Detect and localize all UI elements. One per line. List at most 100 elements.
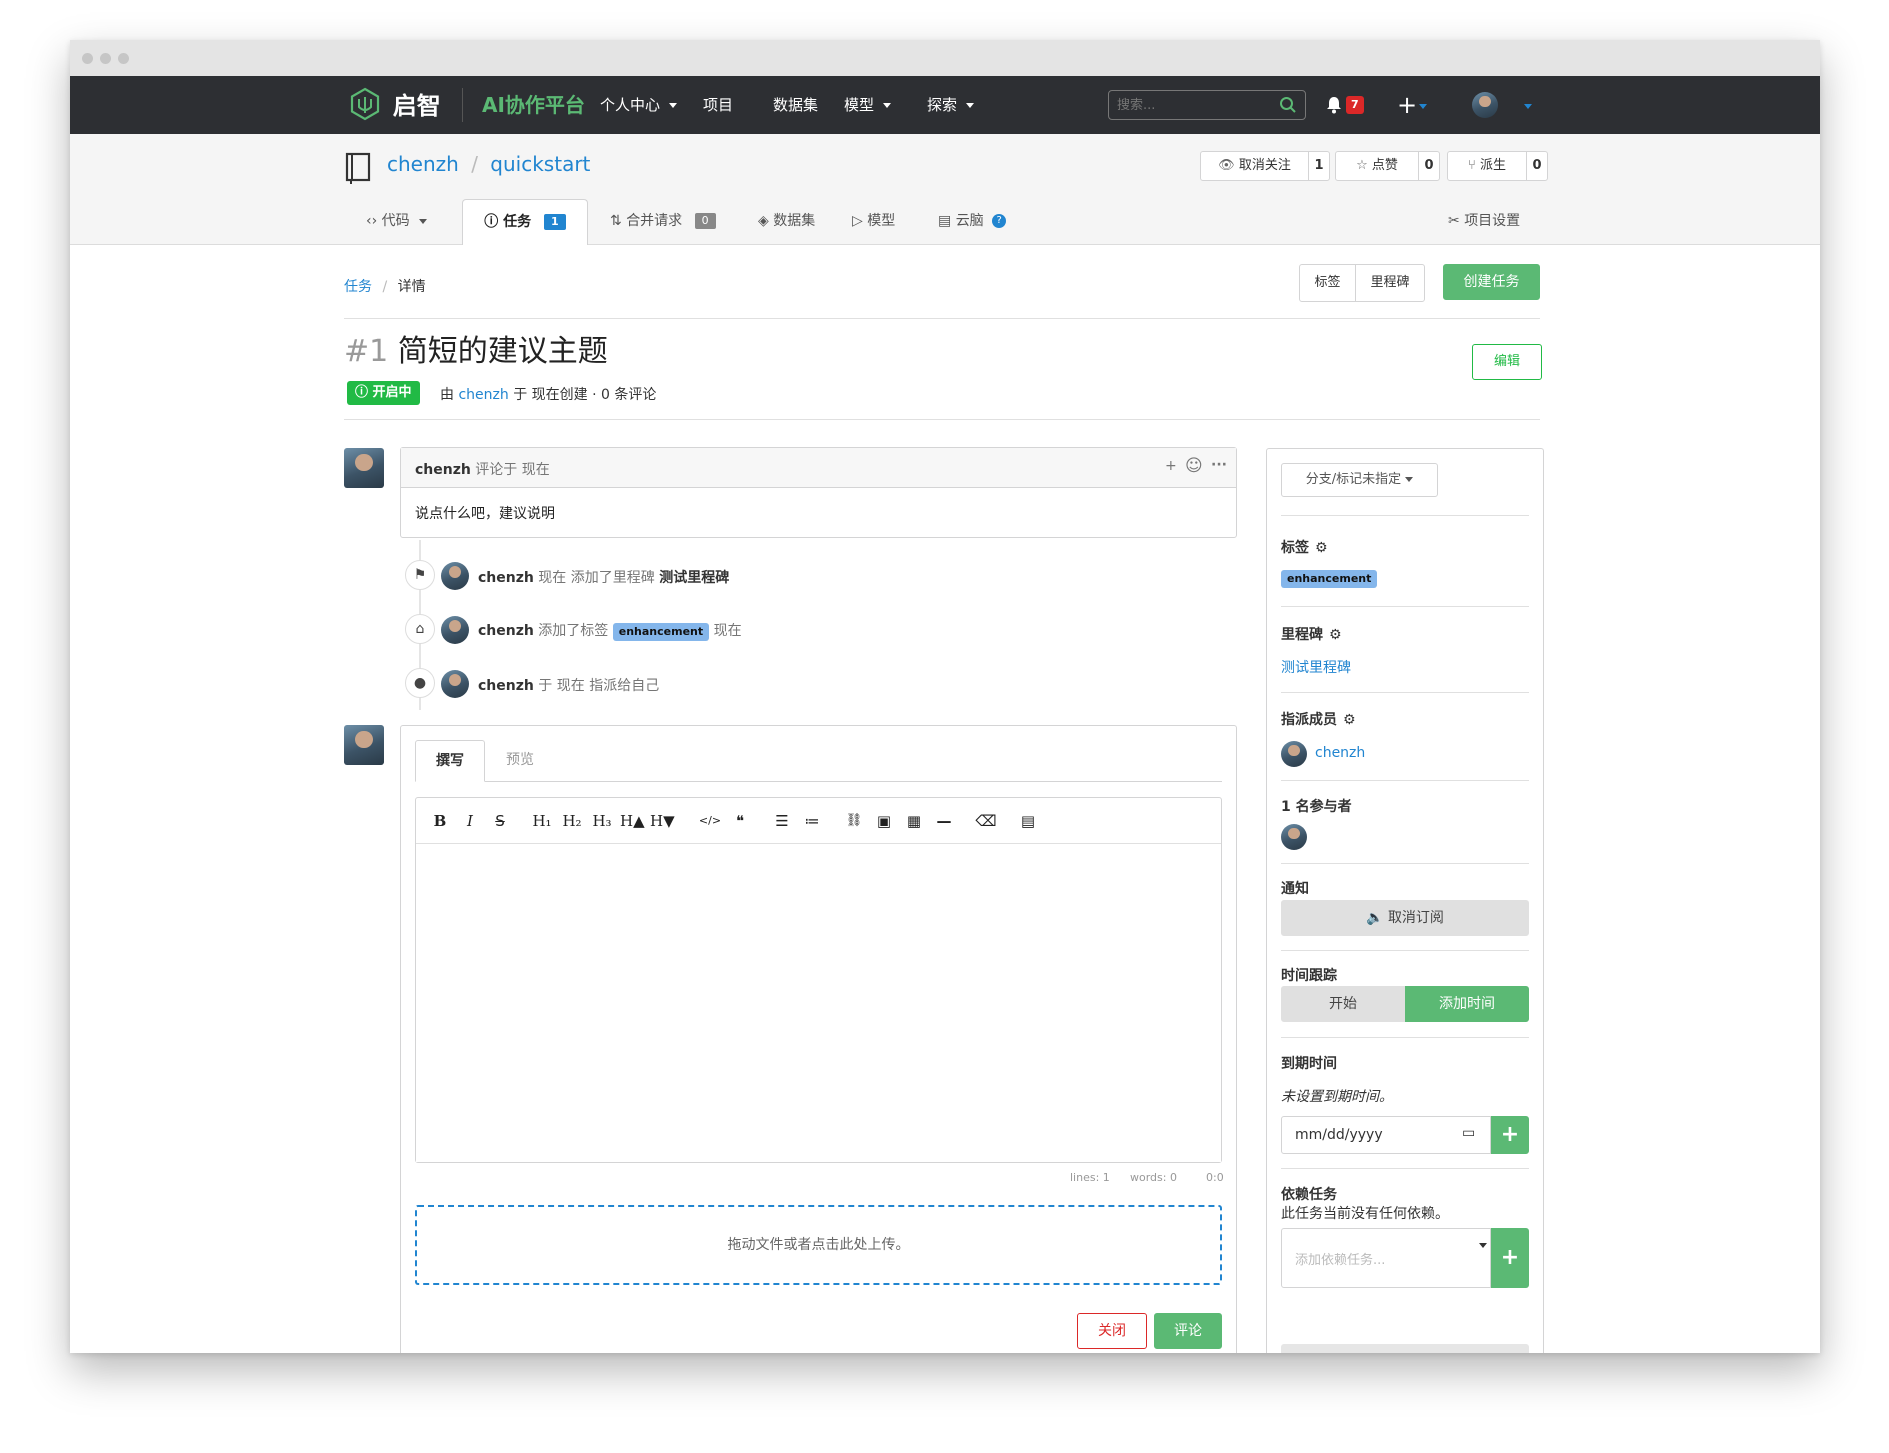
sidebar-milestone-link[interactable]: 测试里程碑 xyxy=(1281,657,1351,677)
search-input[interactable] xyxy=(1117,96,1267,114)
heading-1-icon[interactable]: H₁ xyxy=(530,798,554,844)
tab-settings[interactable]: ✂ 项目设置 xyxy=(1448,198,1520,244)
repo-name-link[interactable]: quickstart xyxy=(490,152,590,176)
tab-cloudbrain[interactable]: ▤ 云脑 ? xyxy=(938,198,1007,244)
heading-smaller-icon[interactable]: H▼ xyxy=(650,798,675,844)
gear-icon[interactable]: ⚙ xyxy=(1343,712,1356,728)
comment-plus-icon[interactable]: + xyxy=(1165,458,1177,474)
nav-personal-center[interactable]: 个人中心 xyxy=(600,76,678,134)
submit-comment-button[interactable]: 评论 xyxy=(1154,1313,1222,1349)
comment-more-icon[interactable]: ··· xyxy=(1211,457,1227,473)
minimize-dot[interactable] xyxy=(100,53,111,64)
sidebar-label-badge[interactable]: enhancement xyxy=(1281,570,1378,588)
code-icon[interactable]: </> xyxy=(698,798,722,844)
event-text: 于 现在 指派给自己 xyxy=(538,678,660,694)
heading-3-icon[interactable]: H₃ xyxy=(590,798,614,844)
sidebar-divider xyxy=(1281,950,1529,951)
edit-title-button[interactable]: 编辑 xyxy=(1472,344,1542,380)
labels-button[interactable]: 标签 xyxy=(1299,264,1356,302)
assignees-section-title[interactable]: 指派成员 ⚙ xyxy=(1281,709,1356,729)
platform-title[interactable]: AI协作平台 xyxy=(482,76,585,134)
unwatch-button[interactable]: 👁 取消关注 xyxy=(1200,151,1309,181)
search-box[interactable] xyxy=(1108,90,1306,120)
heading-2-icon[interactable]: H₂ xyxy=(560,798,584,844)
nav-projects[interactable]: 项目 xyxy=(703,76,733,134)
quote-icon[interactable]: ❝ xyxy=(728,798,752,844)
comment-avatar[interactable] xyxy=(344,448,384,488)
link-icon[interactable]: ⛓ xyxy=(842,798,866,844)
tab-issues[interactable]: ⓘ 任务 1 xyxy=(462,199,588,245)
heading-bigger-icon[interactable]: H▲ xyxy=(620,798,645,844)
branch-dropdown[interactable]: 分支/标记未指定 xyxy=(1281,463,1438,497)
event-author[interactable]: chenzh xyxy=(478,678,534,694)
table-icon[interactable]: ▦ xyxy=(902,798,926,844)
close-issue-button[interactable]: 关闭 xyxy=(1077,1313,1147,1349)
bold-icon[interactable]: B xyxy=(428,798,452,844)
image-icon[interactable]: ▣ xyxy=(872,798,896,844)
timeline-avatar[interactable] xyxy=(441,670,469,698)
comment-textarea[interactable] xyxy=(416,845,1221,1162)
assignee-link[interactable]: chenzh xyxy=(1315,745,1365,761)
maximize-dot[interactable] xyxy=(118,53,129,64)
breadcrumb-issues-link[interactable]: 任务 xyxy=(344,279,372,295)
start-timer-button[interactable]: 开始 xyxy=(1281,986,1405,1022)
unordered-list-icon[interactable]: ☰ xyxy=(770,798,794,844)
notifications[interactable]: 7 xyxy=(1326,96,1364,118)
tab-datasets[interactable]: ◈ 数据集 xyxy=(758,198,815,244)
comment-author[interactable]: chenzh xyxy=(415,462,471,478)
issue-meta: 由 chenzh 于 现在创建 · 0 条评论 xyxy=(440,384,656,404)
milestone-section-title[interactable]: 里程碑 ⚙ xyxy=(1281,624,1342,644)
tab-pulls[interactable]: ⇅ 合并请求 0 xyxy=(610,198,716,244)
brand-logo[interactable]: 启智 xyxy=(348,76,441,134)
star-count[interactable]: 0 xyxy=(1418,151,1440,181)
timeline-avatar[interactable] xyxy=(441,616,469,644)
nav-datasets[interactable]: 数据集 xyxy=(773,76,818,134)
fork-button[interactable]: ⑂ 派生 xyxy=(1447,151,1527,181)
participant-avatar[interactable] xyxy=(1281,824,1307,850)
calendar-icon[interactable]: ▭ xyxy=(1462,1125,1475,1141)
add-dependency-button[interactable]: + xyxy=(1491,1228,1529,1288)
issue-author-link[interactable]: chenzh xyxy=(458,387,508,403)
unsubscribe-button[interactable]: 🔈 取消订阅 xyxy=(1281,900,1529,936)
tab-preview[interactable]: 预览 xyxy=(490,740,550,782)
ordered-list-icon[interactable]: ≔ xyxy=(800,798,824,844)
emoji-icon[interactable]: ☺ xyxy=(1185,456,1203,476)
event-author[interactable]: chenzh xyxy=(478,623,534,639)
tab-code[interactable]: ‹› 代码 xyxy=(366,198,427,244)
strikethrough-icon[interactable]: S xyxy=(488,798,512,844)
participants-title: 1 名参与者 xyxy=(1281,799,1352,815)
user-avatar[interactable] xyxy=(1472,92,1498,118)
create-new-menu[interactable]: + xyxy=(1397,76,1428,134)
assignee-avatar[interactable] xyxy=(1281,741,1307,767)
italic-icon[interactable]: I xyxy=(458,798,482,844)
add-dependency-select[interactable]: 添加依赖任务... xyxy=(1281,1228,1491,1288)
chevron-down-icon[interactable] xyxy=(1524,104,1532,109)
file-icon[interactable]: ▤ xyxy=(1016,798,1040,844)
milestones-button[interactable]: 里程碑 xyxy=(1355,264,1425,302)
add-time-button[interactable]: 添加时间 xyxy=(1405,986,1529,1022)
file-upload-dropzone[interactable]: 拖动文件或者点击此处上传。 xyxy=(415,1205,1222,1285)
event-milestone-name[interactable]: 测试里程碑 xyxy=(659,570,729,586)
nav-explore[interactable]: 探索 xyxy=(927,76,975,134)
due-date-input[interactable]: mm/dd/yyyy ▭ xyxy=(1281,1116,1491,1154)
help-icon[interactable]: ? xyxy=(992,214,1007,228)
repo-owner-link[interactable]: chenzh xyxy=(387,152,459,176)
labels-section-title[interactable]: 标签 ⚙ xyxy=(1281,537,1328,557)
event-author[interactable]: chenzh xyxy=(478,570,534,586)
gear-icon[interactable]: ⚙ xyxy=(1329,627,1342,643)
star-button[interactable]: ☆ 点赞 xyxy=(1335,151,1419,181)
horizontal-rule-icon[interactable]: — xyxy=(932,798,956,844)
tab-write[interactable]: 撰写 xyxy=(415,740,485,782)
watch-count[interactable]: 1 xyxy=(1308,151,1330,181)
nav-models[interactable]: 模型 xyxy=(844,76,892,134)
add-due-date-button[interactable]: + xyxy=(1491,1116,1529,1154)
search-icon[interactable] xyxy=(1279,96,1297,114)
eraser-icon[interactable]: ⌫ xyxy=(974,798,998,844)
fork-count[interactable]: 0 xyxy=(1526,151,1548,181)
gear-icon[interactable]: ⚙ xyxy=(1315,540,1328,556)
timeline-avatar[interactable] xyxy=(441,562,469,590)
event-label-badge[interactable]: enhancement xyxy=(612,623,710,641)
new-issue-button[interactable]: 创建任务 xyxy=(1443,264,1540,300)
close-dot[interactable] xyxy=(82,53,93,64)
tab-models[interactable]: ▷ 模型 xyxy=(852,198,895,244)
